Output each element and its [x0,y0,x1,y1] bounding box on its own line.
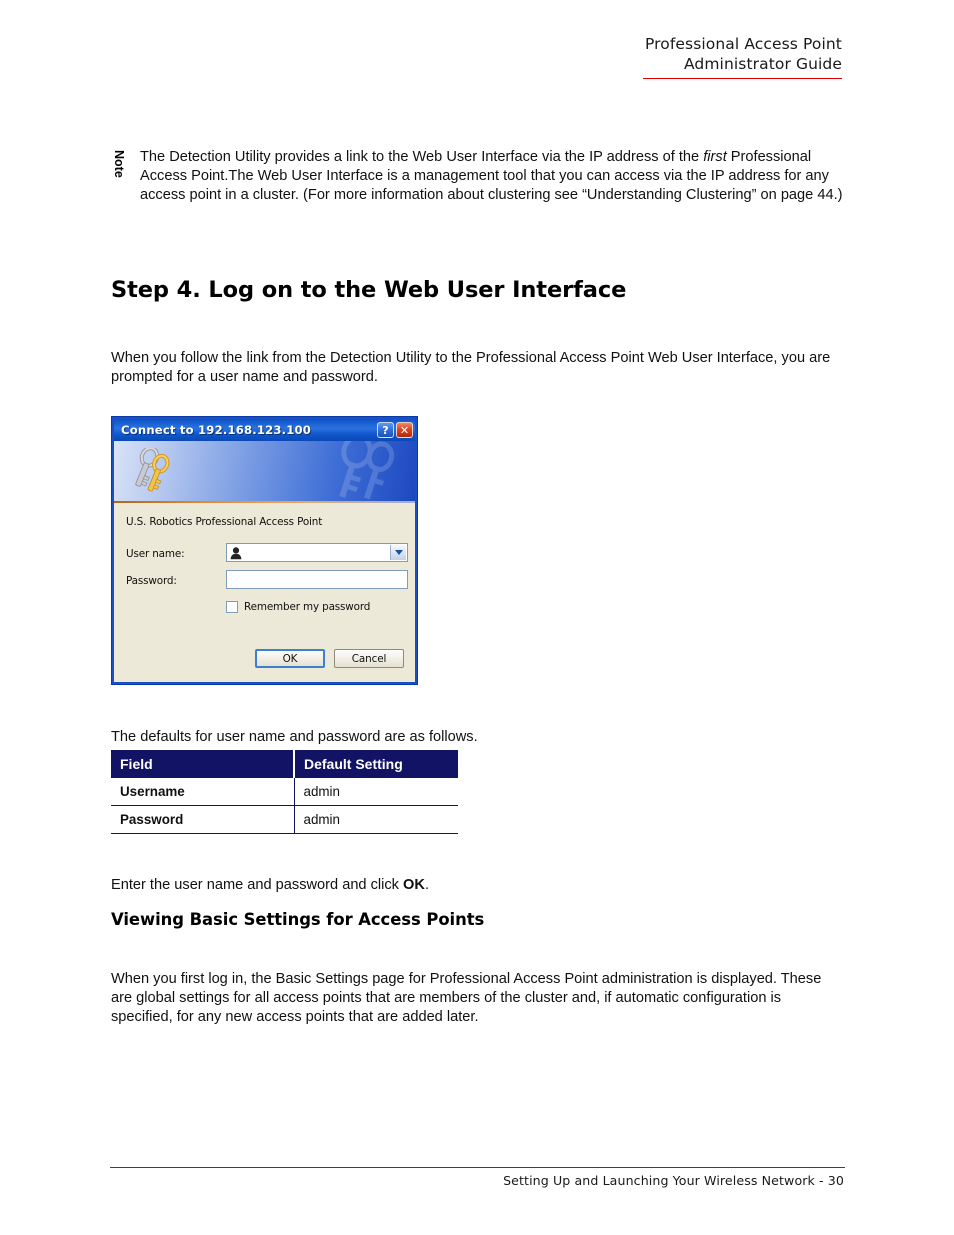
header-title-line2: Administrator Guide [683,55,842,73]
note-block: Note The Detection Utility provides a li… [110,148,846,206]
dialog-realm-text: U.S. Robotics Professional Access Point [126,516,323,528]
dialog-button-row: OK Cancel [255,649,404,668]
footer-divider-rule [110,1167,845,1168]
dialog-title: Connect to 192.168.123.100 [121,423,312,437]
step-heading: Step 4. Log on to the Web User Interface [111,277,627,303]
remember-password-label: Remember my password [244,601,371,613]
table-header-default-setting: Default Setting [294,750,458,778]
help-icon[interactable]: ? [377,422,394,438]
dialog-body: U.S. Robotics Professional Access Point … [114,503,415,682]
page-footer: Setting Up and Launching Your Wireless N… [0,1173,954,1188]
remember-password-row[interactable]: Remember my password [226,601,370,613]
close-icon[interactable]: ✕ [396,422,413,438]
enter-ok-bold: OK [403,876,425,893]
table-cell-value: admin [294,778,458,806]
ghost-keys-icon [339,441,395,500]
footer-text: Setting Up and Launching Your Wireless N… [503,1173,844,1188]
table-row: Password admin [111,805,458,834]
intro-paragraph: When you follow the link from the Detect… [111,349,831,385]
keys-icon [135,448,170,492]
note-text-italic: first [703,149,727,165]
table-header-field: Field [111,750,295,778]
enter-credentials-paragraph: Enter the user name and password and cli… [111,876,711,895]
defaults-table: Field Default Setting Username admin Pas… [111,750,458,834]
table-header-row: Field Default Setting [111,750,458,778]
chevron-down-icon[interactable] [390,545,406,560]
note-label: Note [112,150,126,178]
sub-heading: Viewing Basic Settings for Access Points [111,910,485,929]
remember-password-checkbox[interactable] [226,601,238,613]
note-text-part1: The Detection Utility provides a link to… [140,149,704,165]
header-divider-rule [643,78,842,79]
dialog-banner [114,441,415,503]
note-text: The Detection Utility provides a link to… [140,148,846,206]
enter-prefix-text: Enter the user name and password and cli… [111,876,404,893]
username-label: User name: [126,548,185,560]
password-input[interactable] [226,570,408,589]
ok-button[interactable]: OK [255,649,325,668]
enter-suffix-text: . [424,876,429,893]
cancel-button[interactable]: Cancel [334,649,404,668]
connect-dialog: Connect to 192.168.123.100 ? ✕ U.S. Robo… [112,417,417,684]
table-cell-field: Password [111,805,295,834]
defaults-intro-paragraph: The defaults for user name and password … [111,728,478,745]
dialog-titlebar: Connect to 192.168.123.100 ? ✕ [114,419,415,441]
page-header: Professional Access Point Administrator … [0,34,954,74]
user-icon [230,546,242,559]
password-label: Password: [126,575,177,587]
table-cell-value: admin [294,805,458,834]
table-row: Username admin [111,778,458,806]
basic-settings-paragraph: When you first log in, the Basic Setting… [111,970,822,1025]
username-input[interactable] [226,543,408,562]
table-cell-field: Username [111,778,295,806]
header-title-line1: Professional Access Point [644,35,842,53]
